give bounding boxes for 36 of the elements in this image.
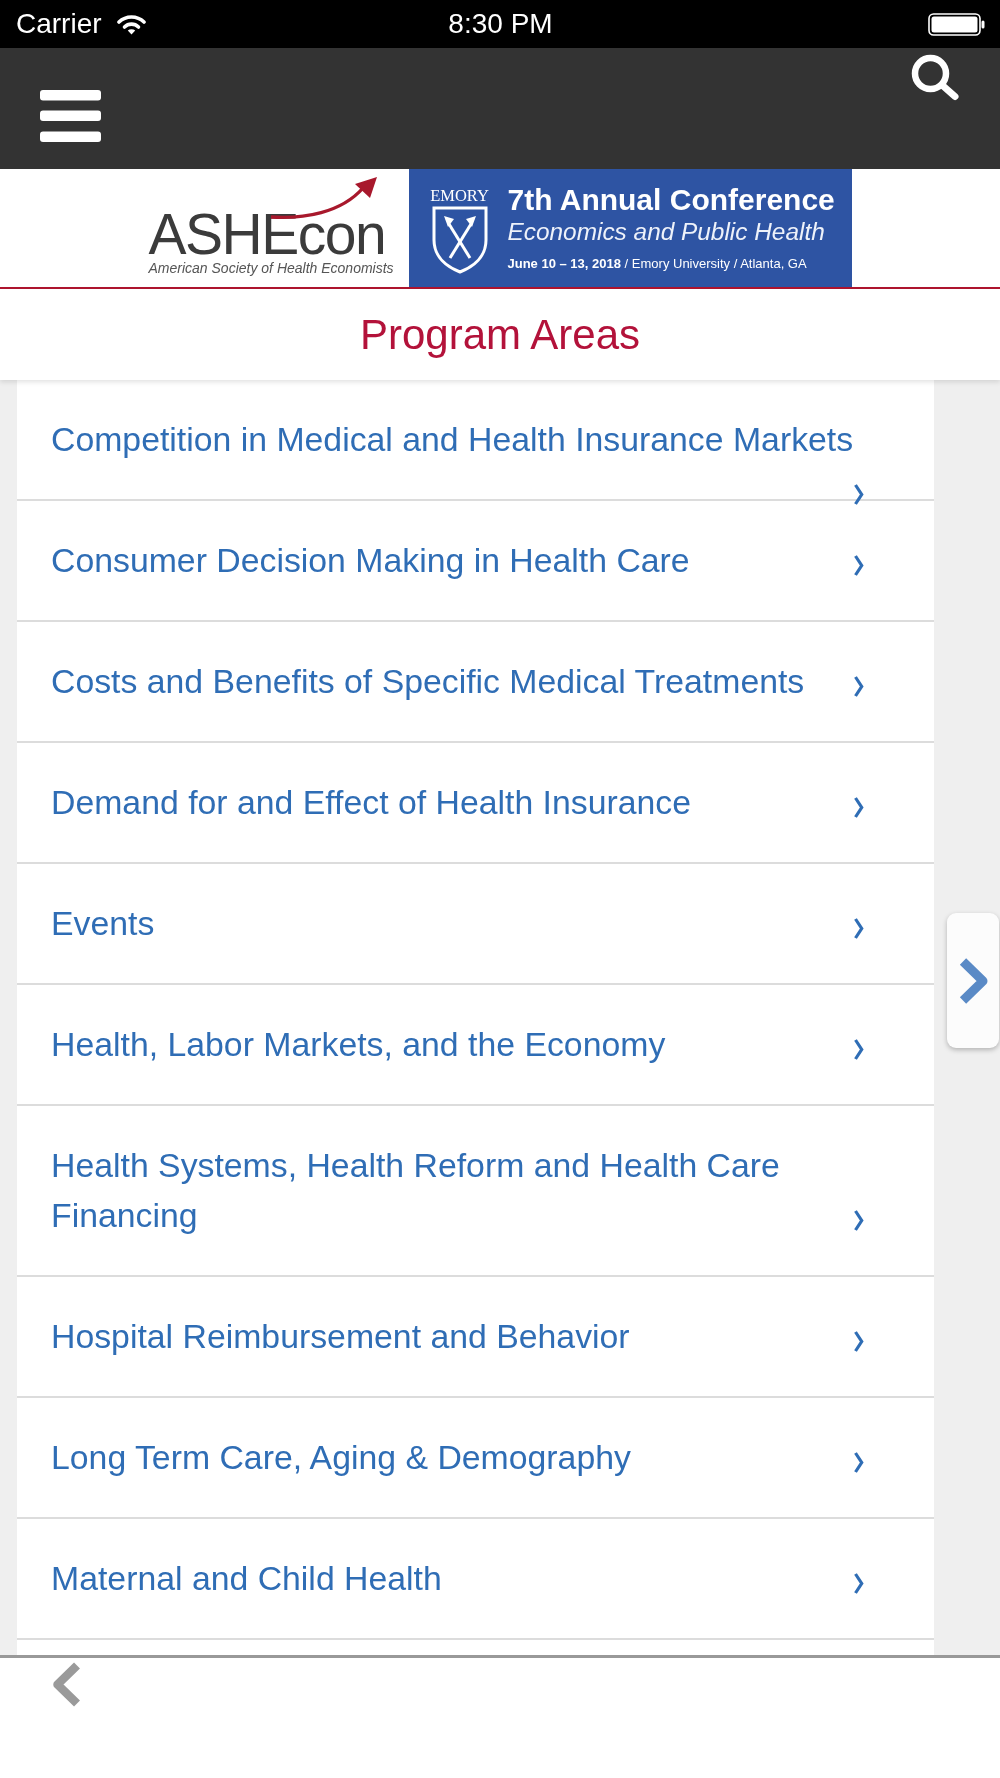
chevron-right-icon <box>957 956 989 1005</box>
program-area-item[interactable]: Events <box>17 864 934 985</box>
chevron-right-icon <box>853 675 864 698</box>
conference-title: 7th Annual Conference <box>507 183 835 217</box>
battery-icon <box>928 12 985 36</box>
logo-wordmark: ASHEcon <box>148 209 386 259</box>
chevron-right-icon <box>853 796 864 819</box>
chevron-left-icon[interactable] <box>51 1661 82 1708</box>
logo-tagline: American Society of Health Economists <box>148 259 394 277</box>
university-name: EMORY <box>430 187 489 205</box>
chevron-right-icon <box>853 554 864 577</box>
page-title: Program Areas <box>359 310 641 359</box>
chevron-right-icon <box>853 1451 864 1474</box>
conference-theme: Economics and Public Health <box>507 217 825 247</box>
program-area-item[interactable]: Long Term Care, Aging & Demography <box>17 1398 934 1519</box>
chevron-right-icon <box>853 483 864 506</box>
program-area-item[interactable]: Maternal and Child Health <box>17 1519 934 1640</box>
chevron-right-icon <box>853 1038 864 1061</box>
program-area-item[interactable]: Health, Labor Markets, and the Economy <box>17 985 934 1106</box>
clock-time: 8:30 PM <box>448 8 553 40</box>
carrier-name: Carrier <box>16 8 102 40</box>
search-icon[interactable] <box>911 54 960 101</box>
wifi-icon <box>116 13 146 35</box>
chevron-right-icon <box>853 917 864 940</box>
program-area-item[interactable]: Hospital Reimbursement and Behavior <box>17 1277 934 1398</box>
conference-details: June 10 – 13, 2018 / Emory University / Atlanta, GA <box>507 255 807 273</box>
chevron-right-icon <box>853 1572 864 1595</box>
side-tab-button[interactable] <box>947 913 999 1048</box>
program-area-item[interactable]: Costs and Benefits of Specific Medical Treatments <box>17 622 934 743</box>
menu-icon[interactable] <box>40 90 101 142</box>
program-area-item[interactable]: Demand for and Effect of Health Insurance <box>17 743 934 864</box>
program-area-item[interactable]: Consumer Decision Making in Health Care <box>17 501 934 622</box>
chevron-right-icon <box>853 1209 864 1232</box>
program-area-item[interactable]: Health Systems, Health Reform and Health Care Financing <box>17 1106 934 1277</box>
program-area-item[interactable]: Competition in Medical and Health Insurance Markets <box>17 380 934 501</box>
chevron-right-icon <box>853 1330 864 1353</box>
